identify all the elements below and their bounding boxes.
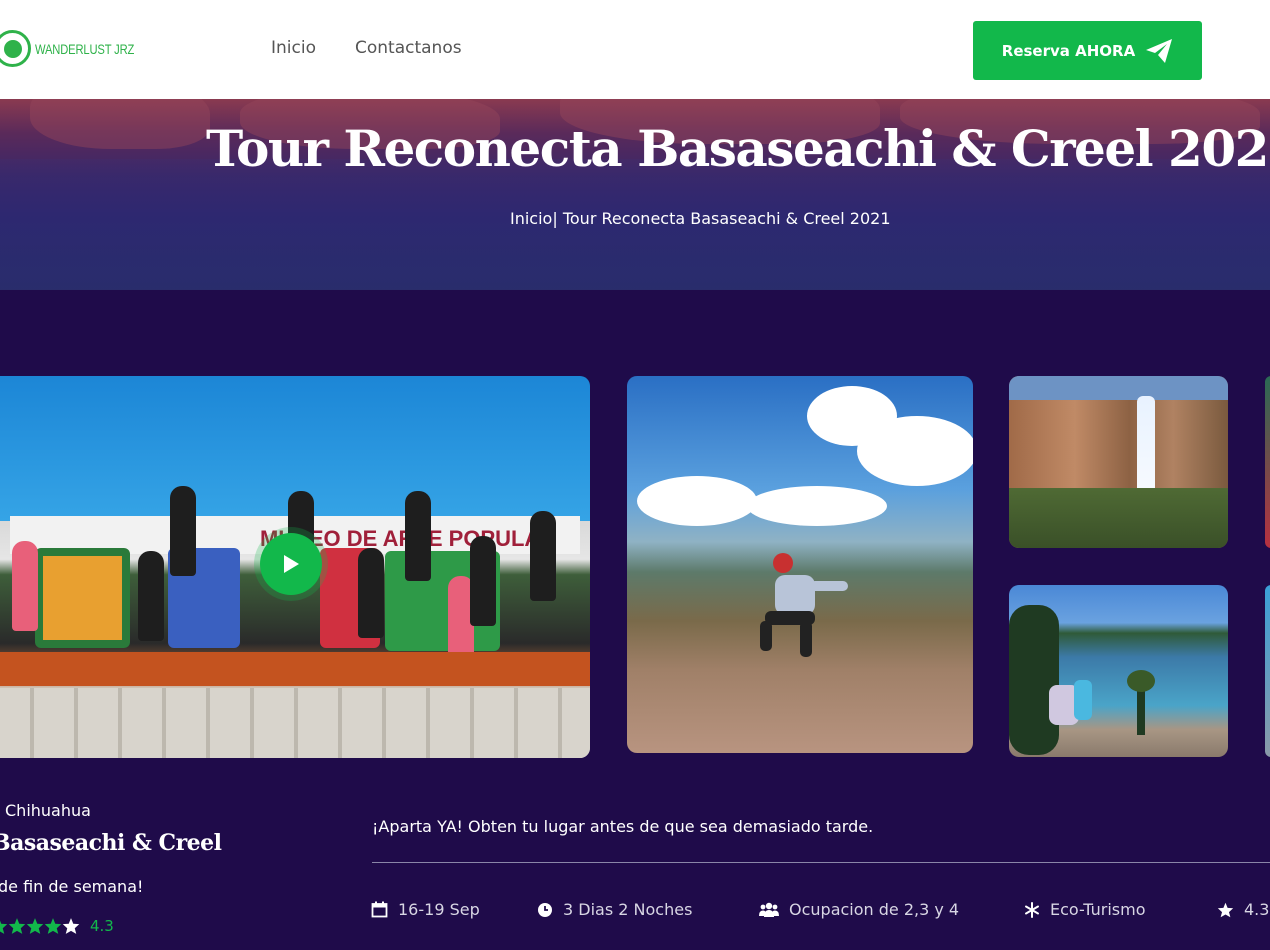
rating-stars — [0, 917, 80, 935]
gallery-photo-partial-bottom[interactable] — [1265, 585, 1270, 757]
gallery-photo-lake[interactable] — [1009, 585, 1228, 757]
feature-duration-label: 3 Dias 2 Noches — [563, 900, 693, 919]
tour-region: Chihuahua — [5, 801, 91, 820]
nav-link-contactanos[interactable]: Contactanos — [355, 38, 462, 58]
divider — [372, 862, 1270, 863]
rating-value: 4.3 — [90, 917, 114, 935]
clock-icon — [538, 902, 552, 917]
page-title: Tour Reconecta Basaseachi & Creel 2021 — [206, 119, 1270, 178]
calendar-icon — [371, 901, 388, 918]
feature-rating: 4.3 — [1217, 900, 1269, 919]
breadcrumb: Inicio| Tour Reconecta Basaseachi & Cree… — [510, 209, 891, 228]
paper-plane-icon — [1146, 38, 1173, 63]
users-icon — [759, 902, 779, 917]
navbar: WANDERLUST JRZ Inicio Contactanos Reserv… — [0, 0, 1270, 99]
rating-star-icon — [44, 918, 62, 934]
feature-occupancy-label: Ocupacion de 2,3 y 4 — [789, 900, 960, 919]
breadcrumb-separator: | — [552, 209, 558, 228]
tour-rating: 4.3 — [0, 917, 114, 935]
rating-star-icon — [8, 918, 26, 934]
reserve-button-label: Reserva AHORA — [1001, 41, 1136, 60]
nav-link-inicio[interactable]: Inicio — [271, 38, 316, 58]
rating-star-icon — [0, 920, 8, 934]
logo[interactable]: WANDERLUST JRZ — [0, 30, 159, 67]
leaf-logo-icon — [0, 30, 31, 67]
feature-dates: 16-19 Sep — [371, 900, 480, 919]
feature-occupancy: Ocupacion de 2,3 y 4 — [759, 900, 959, 919]
tour-name: Basaseachi & Creel — [0, 830, 222, 856]
play-icon — [284, 555, 299, 573]
gallery-photo-hiker[interactable] — [627, 376, 973, 753]
breadcrumb-current: Tour Reconecta Basaseachi & Creel 2021 — [562, 209, 891, 228]
feature-dates-label: 16-19 Sep — [398, 900, 480, 919]
feature-rating-label: 4.3 — [1244, 900, 1270, 919]
feature-duration: 3 Dias 2 Noches — [537, 900, 692, 919]
gallery-photo-partial-top[interactable] — [1265, 376, 1270, 548]
snowflake-icon — [1025, 901, 1039, 918]
hero-banner: Tour Reconecta Basaseachi & Creel 2021 I… — [0, 99, 1270, 290]
reserve-now-button[interactable]: Reserva AHORA — [973, 21, 1202, 80]
logo-text: WANDERLUST JRZ — [35, 40, 135, 57]
breadcrumb-home-link[interactable]: Inicio — [510, 209, 552, 228]
feature-tour-type-label: Eco-Turismo — [1050, 900, 1146, 919]
gallery-photo-waterfall[interactable] — [1009, 376, 1228, 548]
star-icon — [1217, 902, 1234, 917]
play-video-button[interactable] — [260, 533, 322, 595]
feature-tour-type: Eco-Turismo — [1024, 900, 1146, 919]
booking-cta-text: ¡Aparta YA! Obten tu lugar antes de que … — [372, 817, 874, 836]
rating-star-icon — [62, 918, 80, 934]
tour-tagline: de fin de semana! — [0, 877, 144, 896]
rating-star-icon — [26, 918, 44, 934]
